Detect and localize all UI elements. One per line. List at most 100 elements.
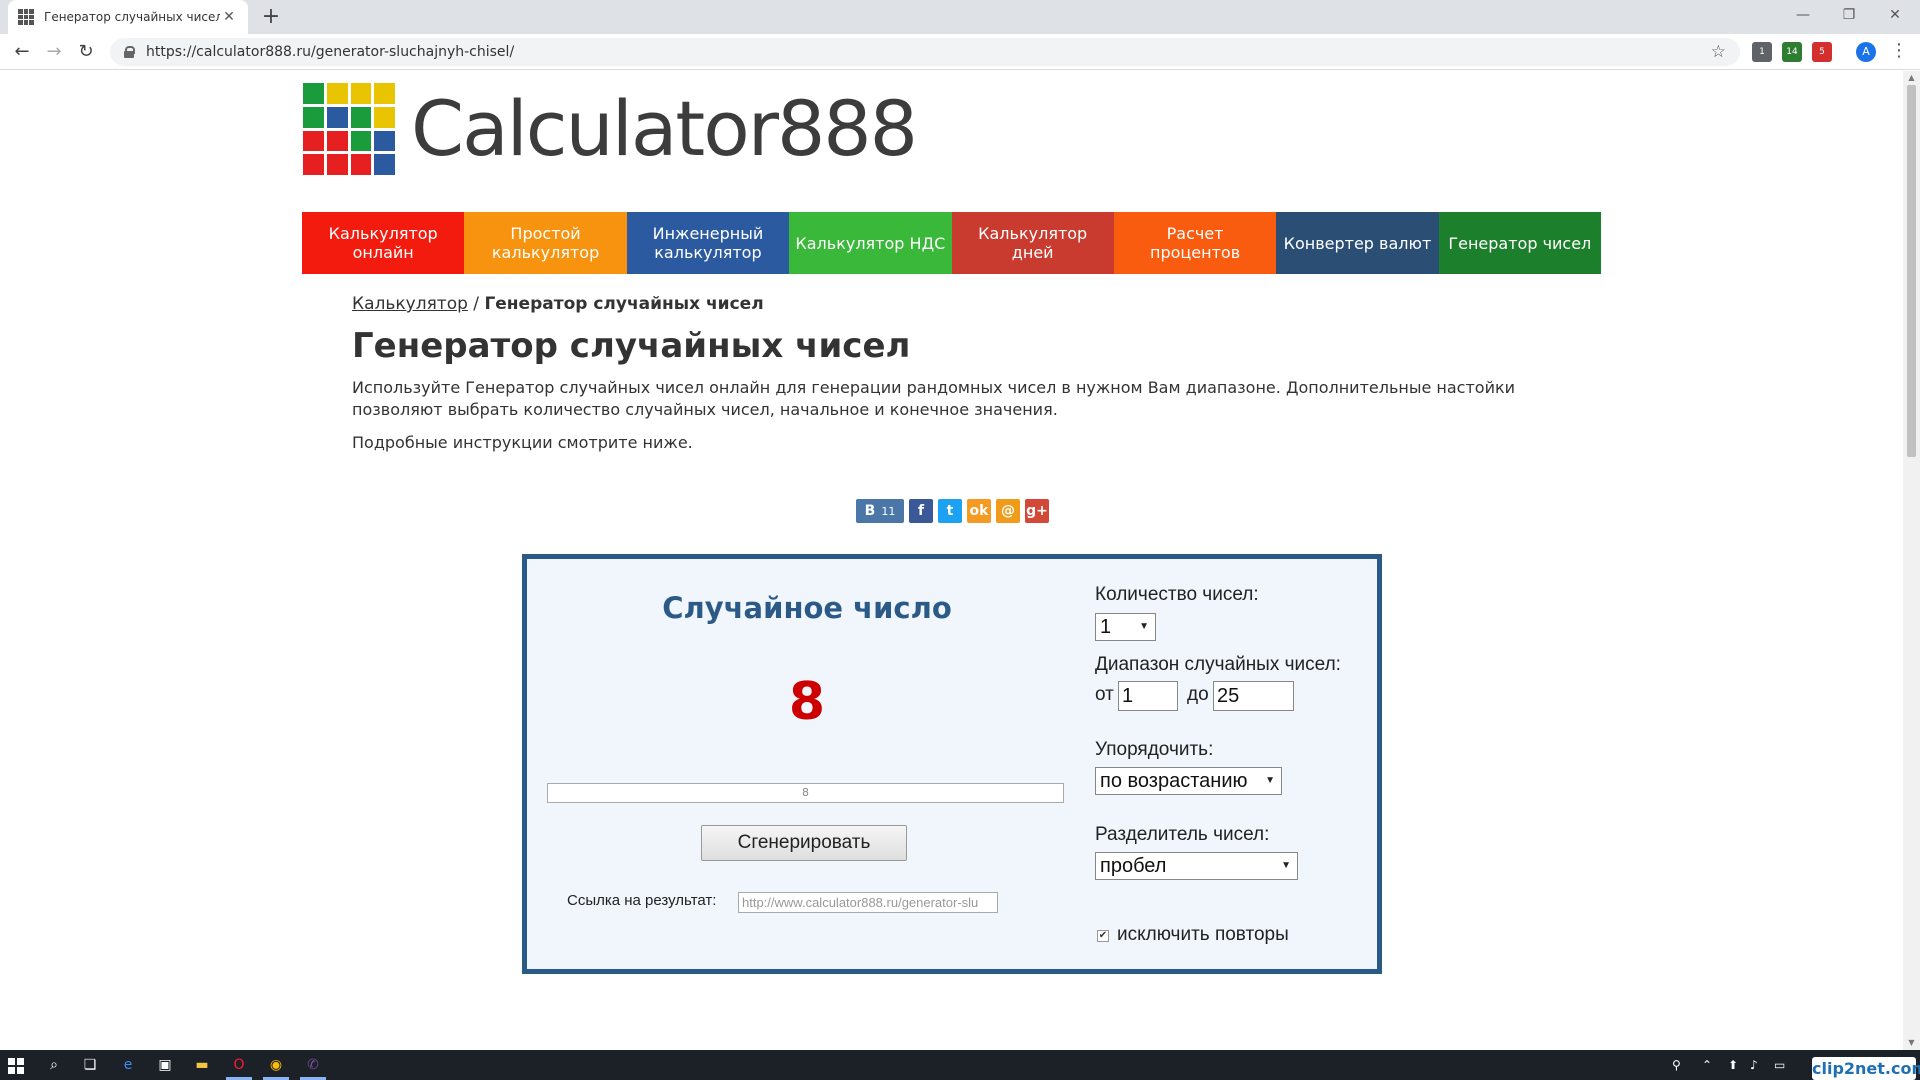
social-label: g+: [1026, 503, 1048, 519]
task-view-icon[interactable]: ❏: [80, 1055, 100, 1075]
exclude-repeats-checkbox[interactable]: ✔: [1097, 930, 1109, 942]
logo-grid-cell: [374, 154, 395, 175]
logo-grid-cell: [326, 83, 348, 104]
breadcrumb: Калькулятор / Генератор случайных чисел: [352, 294, 764, 314]
minimize-button[interactable]: —: [1780, 0, 1826, 30]
logo-grid-cell: [350, 130, 372, 152]
windows-start-icon[interactable]: [8, 1058, 24, 1074]
breadcrumb-current: Генератор случайных чисел: [484, 294, 764, 314]
browser-tab[interactable]: Генератор случайных чисел ✕: [8, 0, 248, 34]
mailru-icon[interactable]: @: [996, 499, 1020, 523]
store-icon[interactable]: ▣: [155, 1055, 175, 1075]
range-from-input[interactable]: 1: [1118, 681, 1178, 711]
network-icon[interactable]: ▭: [1774, 1058, 1785, 1072]
odnoklassniki-icon[interactable]: ok: [967, 499, 991, 523]
back-button[interactable]: ←: [10, 40, 34, 64]
nav-item-6[interactable]: Конвертер валют: [1276, 212, 1439, 274]
logo-grid-icon: [303, 83, 395, 175]
page-scrollbar[interactable]: ▲ ▼: [1903, 71, 1920, 1050]
nav-item-0[interactable]: Калькулятор онлайн: [302, 212, 465, 274]
range-to-word: до: [1187, 684, 1209, 705]
google-plus-icon[interactable]: g+: [1025, 499, 1049, 523]
scroll-thumb[interactable]: [1907, 85, 1916, 457]
url-text[interactable]: https://calculator888.ru/generator-sluch…: [146, 44, 1711, 60]
new-tab-button[interactable]: +: [258, 5, 284, 29]
count-select[interactable]: 1 ▼: [1095, 613, 1156, 641]
tray-app-icon[interactable]: ⬆: [1728, 1058, 1738, 1072]
green-extension-icon[interactable]: 14: [1782, 42, 1802, 62]
vk-icon[interactable]: В 11: [856, 499, 904, 523]
browser-menu-icon[interactable]: ⋮: [1890, 40, 1908, 61]
share-count: 11: [881, 505, 896, 518]
screen: Генератор случайных чисел ✕ + — ❐ ✕ ← → …: [0, 0, 1920, 1080]
opera-icon[interactable]: O: [229, 1055, 249, 1075]
adblock-extension-icon[interactable]: 5: [1812, 42, 1832, 62]
nav-item-4[interactable]: Калькулятор дней: [951, 212, 1114, 274]
breadcrumb-link-calculator[interactable]: Калькулятор: [352, 294, 468, 314]
result-output-field[interactable]: 8: [547, 783, 1064, 803]
main-navigation: Калькулятор онлайн Простой калькулятор Инж…: [302, 212, 1601, 274]
count-label: Количество чисел:: [1095, 584, 1259, 605]
dropdown-arrow-icon: ▼: [1139, 621, 1149, 632]
logo-grid-cell: [374, 130, 395, 152]
browser-toolbar: ← → ↻ https://calculator888.ru/generator…: [0, 34, 1920, 70]
separator-value: пробел: [1100, 855, 1167, 877]
clip2net-watermark: clip2net.com: [1812, 1057, 1920, 1080]
generate-button[interactable]: Сгенерировать: [701, 825, 907, 861]
tab-strip: Генератор случайных чисел ✕ + — ❐ ✕: [0, 0, 1920, 34]
result-link-label: Ссылка на результат:: [567, 892, 717, 909]
forward-button[interactable]: →: [42, 40, 66, 64]
tray-expand-icon[interactable]: ⌃: [1702, 1058, 1712, 1072]
calculator-favicon-icon: [18, 9, 34, 25]
address-bar[interactable]: https://calculator888.ru/generator-sluch…: [110, 38, 1740, 66]
logo-grid-cell: [303, 154, 324, 175]
profile-avatar[interactable]: A: [1856, 42, 1876, 62]
site-logo[interactable]: Calculator888: [303, 83, 918, 175]
nav-item-3[interactable]: Калькулятор НДС: [789, 212, 952, 274]
generator-title: Случайное число: [662, 591, 952, 625]
twitter-icon[interactable]: t: [938, 499, 962, 523]
restore-button[interactable]: ❐: [1826, 0, 1872, 30]
dropdown-arrow-icon: ▼: [1265, 775, 1275, 786]
reload-button[interactable]: ↻: [74, 40, 98, 64]
social-label: t: [946, 503, 954, 519]
nav-item-7[interactable]: Генератор чисел: [1438, 212, 1601, 274]
order-select[interactable]: по возрастанию ▼: [1095, 767, 1282, 795]
page-title: Генератор случайных чисел: [352, 326, 911, 366]
nav-item-5[interactable]: Расчет процентов: [1113, 212, 1277, 274]
scroll-up-icon[interactable]: ▲: [1903, 71, 1920, 85]
random-generator-panel: Случайное число 8 8 Сгенерировать Ссылка…: [522, 554, 1382, 974]
separator-select[interactable]: пробел ▼: [1095, 852, 1298, 880]
volume-icon[interactable]: ♪: [1750, 1058, 1758, 1072]
search-icon[interactable]: ⌕: [44, 1055, 64, 1075]
page-viewport: Calculator888 Калькулятор онлайн Простой …: [0, 71, 1903, 1050]
logo-text: Calculator888: [411, 84, 918, 173]
logo-grid-cell: [374, 106, 395, 128]
edge-browser-icon[interactable]: e: [118, 1055, 138, 1075]
close-window-button[interactable]: ✕: [1872, 0, 1918, 30]
tab-title: Генератор случайных чисел: [44, 10, 220, 24]
logo-grid-cell: [326, 106, 348, 128]
people-icon[interactable]: ⚲: [1672, 1058, 1681, 1072]
lock-icon: [124, 46, 135, 58]
file-explorer-icon[interactable]: ▬: [192, 1055, 212, 1075]
facebook-icon[interactable]: f: [909, 499, 933, 523]
social-label: В: [864, 503, 876, 519]
viber-icon[interactable]: ✆: [303, 1055, 323, 1075]
logo-grid-cell: [326, 130, 348, 152]
chrome-icon[interactable]: ◉: [266, 1055, 286, 1075]
exclude-repeats-label: исключить повторы: [1117, 924, 1289, 945]
scroll-down-icon[interactable]: ▼: [1903, 1036, 1920, 1050]
tab-close-icon[interactable]: ✕: [220, 9, 238, 25]
result-link-field[interactable]: http://www.calculator888.ru/generator-sl…: [738, 892, 998, 913]
dropdown-arrow-icon: ▼: [1281, 860, 1291, 871]
calendar-extension-icon[interactable]: 1: [1752, 42, 1772, 62]
logo-grid-cell: [303, 83, 324, 104]
nav-item-2[interactable]: Инженерный калькулятор: [626, 212, 790, 274]
range-to-input[interactable]: 25: [1213, 681, 1294, 711]
breadcrumb-separator: /: [473, 294, 480, 314]
logo-grid-cell: [303, 106, 324, 128]
bookmark-star-icon[interactable]: ☆: [1711, 42, 1726, 62]
order-label: Упорядочить:: [1095, 739, 1214, 760]
nav-item-1[interactable]: Простой калькулятор: [464, 212, 627, 274]
